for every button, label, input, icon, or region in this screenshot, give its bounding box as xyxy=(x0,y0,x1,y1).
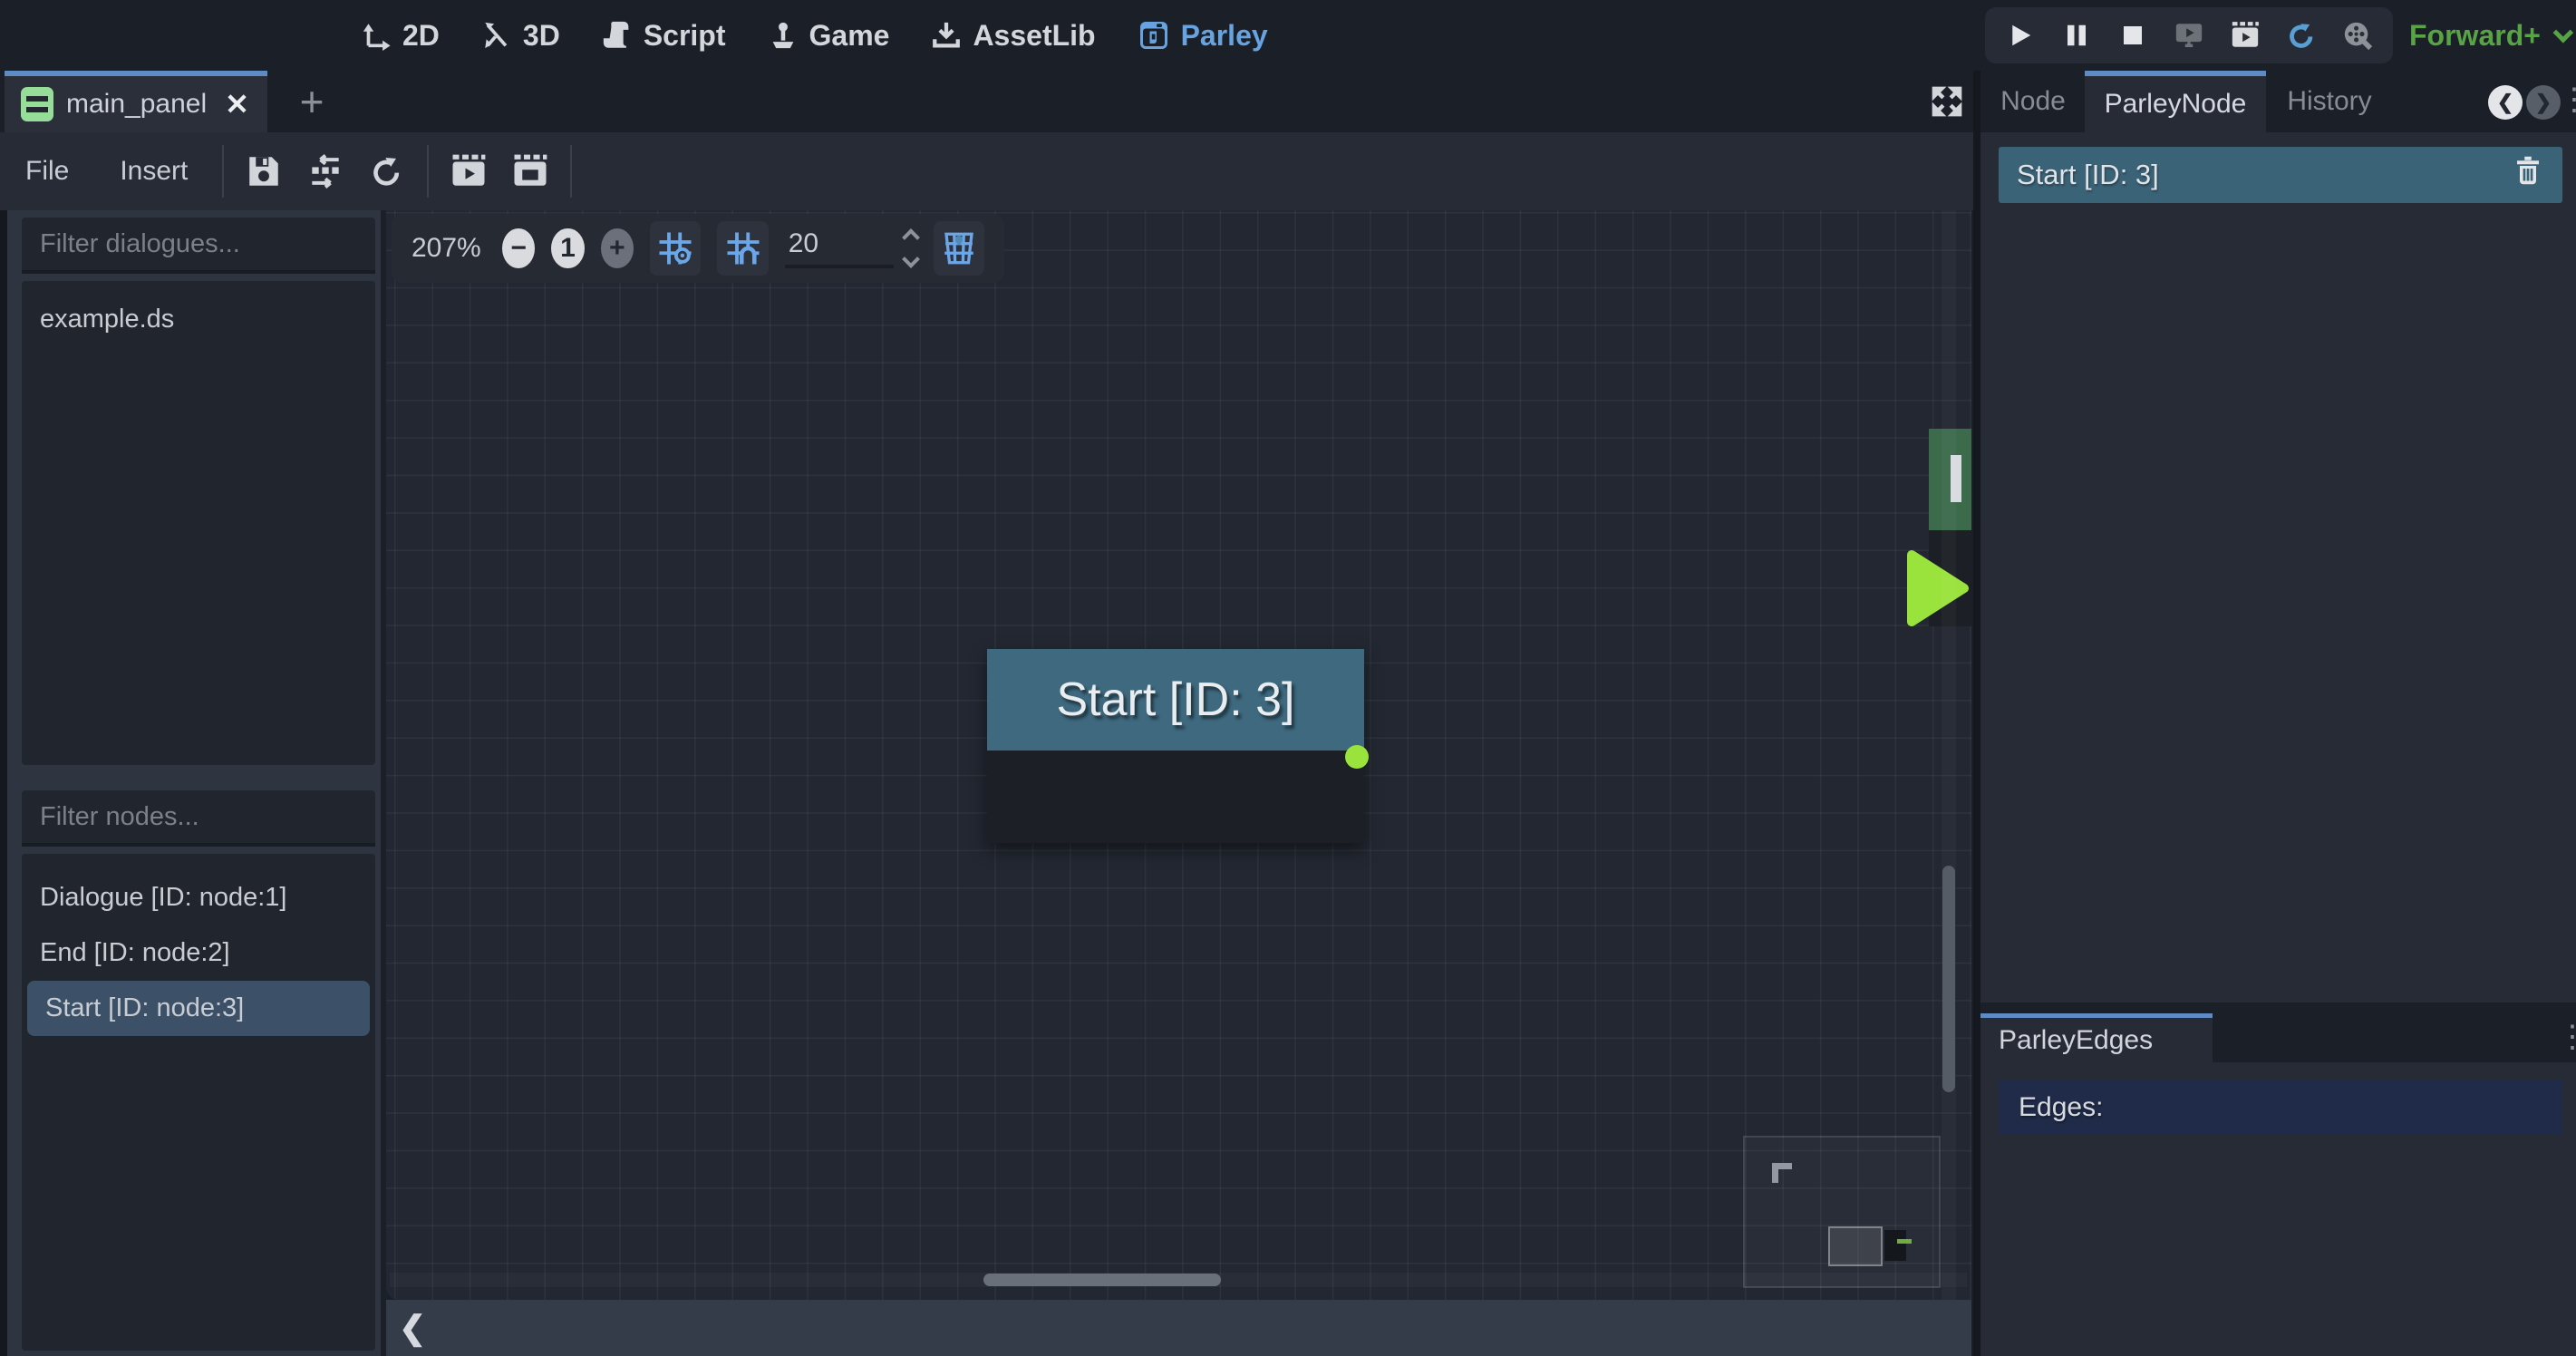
tab-parleyedges[interactable]: ParleyEdges xyxy=(1980,1013,2213,1062)
panel-list-icon xyxy=(21,87,53,121)
playback-controls xyxy=(1985,7,2393,63)
parleynode-panel: Start [ID: 3] xyxy=(1980,132,2576,1002)
collapse-sidebar-button[interactable]: ❮ xyxy=(399,1309,426,1347)
dock-next-button[interactable]: ❯ xyxy=(2526,85,2561,120)
nodes-list: Dialogue [ID: node:1] End [ID: node:2] S… xyxy=(22,854,375,1351)
filter-nodes-input[interactable] xyxy=(38,801,383,833)
parley-tabbar: main_panel ✕ + xyxy=(0,71,1973,132)
fullscreen-icon xyxy=(1929,83,1965,120)
snap-grid-button[interactable] xyxy=(717,221,768,276)
trash-icon[interactable] xyxy=(2512,155,2544,195)
tab-node[interactable]: Node xyxy=(1990,71,2077,132)
add-tab-button[interactable]: + xyxy=(288,78,335,125)
edges-list-header: Edges: xyxy=(1999,1080,2562,1135)
insert-menu[interactable]: Insert xyxy=(94,156,213,187)
tab-main-panel[interactable]: main_panel ✕ xyxy=(5,71,267,132)
tab-script[interactable]: Script xyxy=(602,19,726,53)
expand-panel-button[interactable] xyxy=(1923,80,1971,123)
reset-view-button[interactable] xyxy=(362,146,412,197)
filter-dialogues-input[interactable] xyxy=(38,228,383,260)
toolbar-separator xyxy=(427,145,429,198)
graph-horizontal-scrollbar[interactable] xyxy=(390,1273,1967,1287)
toolbar-separator xyxy=(222,145,224,198)
zoom-reset-button[interactable]: 1 xyxy=(551,228,584,268)
edges-panel: Edges: xyxy=(1980,1062,2576,1356)
inspector-dock: Node ParleyNode History ❮ ❯ ⋮ Start [ID:… xyxy=(1980,71,2576,1356)
parley-toolbar: File Insert xyxy=(0,132,1973,210)
dock-splitter[interactable] xyxy=(1973,71,1980,1356)
scrollbar-thumb[interactable] xyxy=(1942,866,1955,1092)
dialogues-filter-panel xyxy=(22,218,375,274)
scrollbar-thumb[interactable] xyxy=(983,1274,1221,1286)
tab-history[interactable]: History xyxy=(2275,71,2384,132)
profiler-button[interactable] xyxy=(2337,15,2378,56)
move-2d-icon xyxy=(361,20,392,51)
dock-prev-button[interactable]: ❮ xyxy=(2488,85,2523,120)
tab-parleynode[interactable]: ParleyNode xyxy=(2085,71,2266,132)
pause-button[interactable] xyxy=(2056,15,2097,56)
dock-menu-icon[interactable]: ⋮ xyxy=(2559,82,2576,118)
edges-tabbar: ParleyEdges ⋮ xyxy=(1980,1013,2576,1062)
file-menu[interactable]: File xyxy=(0,156,94,187)
download-icon xyxy=(931,20,962,51)
nodes-filter-panel xyxy=(22,790,375,847)
snap-distance-input[interactable] xyxy=(785,228,894,268)
minimap-node xyxy=(1884,1230,1906,1261)
godot-editor-window: 2D 3D Script Game AssetLib Parley xyxy=(0,0,2576,1356)
dialogue-file-item[interactable]: example.ds xyxy=(22,292,375,347)
minimap-camera-corner xyxy=(1772,1163,1792,1183)
stop-button[interactable] xyxy=(2112,15,2154,56)
dialogue-sidebar: example.ds Dialogue [ID: node:1] End [ID… xyxy=(0,210,381,1356)
zoom-level: 207% xyxy=(412,233,486,264)
tab-2d[interactable]: 2D xyxy=(361,19,440,53)
joystick-icon xyxy=(768,20,799,51)
graph-toolbar: 207% − 1 + xyxy=(392,214,1004,283)
inspector-tabbar: Node ParleyNode History ❮ ❯ ⋮ xyxy=(1980,71,2576,132)
arrange-nodes-button[interactable] xyxy=(300,146,351,197)
remote-debug-button[interactable] xyxy=(2168,15,2210,56)
bottom-bar: ❮ xyxy=(386,1300,1971,1356)
tab-game[interactable]: Game xyxy=(768,19,890,53)
node-list-item[interactable]: Dialogue [ID: node:1] xyxy=(22,870,375,925)
close-icon[interactable]: ✕ xyxy=(225,87,249,121)
movie-maker-button[interactable] xyxy=(2224,15,2266,56)
graph-node-start[interactable]: Start [ID: 3] xyxy=(987,649,1364,843)
toggle-grid-button[interactable] xyxy=(650,221,701,276)
dialogues-list: example.ds xyxy=(22,281,375,765)
toolbar-separator xyxy=(570,145,572,198)
node-list-item[interactable]: End [ID: node:2] xyxy=(22,925,375,981)
selected-node-bar[interactable]: Start [ID: 3] xyxy=(1999,147,2562,203)
node-list-item-selected[interactable]: Start [ID: node:3] xyxy=(27,981,370,1036)
chevron-down-icon xyxy=(2552,23,2573,44)
minimap-viewport[interactable] xyxy=(1828,1226,1883,1266)
tab-3d[interactable]: 3D xyxy=(481,19,560,53)
zoom-in-button[interactable]: + xyxy=(601,228,634,268)
minimap-port-dash xyxy=(1897,1239,1912,1244)
node-body xyxy=(987,751,1364,843)
save-button[interactable] xyxy=(238,146,289,197)
node-output-port[interactable] xyxy=(1345,745,1369,769)
toggle-minimap-button[interactable] xyxy=(934,221,984,276)
tab-parley[interactable]: Parley xyxy=(1138,19,1268,53)
parley-icon xyxy=(1138,19,1170,52)
graph-vertical-scrollbar[interactable] xyxy=(1942,210,1956,1300)
zoom-out-button[interactable]: − xyxy=(502,228,535,268)
connection-arrow-icon xyxy=(1906,547,1970,634)
test-from-node-button[interactable] xyxy=(505,146,556,197)
dialogue-graph-canvas[interactable]: 207% − 1 + Start [ID: 3] xyxy=(386,210,1971,1300)
script-icon xyxy=(602,20,633,51)
node-header[interactable]: Start [ID: 3] xyxy=(987,649,1364,751)
rotate-3d-icon xyxy=(481,20,512,51)
renderer-select[interactable]: Forward+ xyxy=(2409,0,2568,71)
play-button[interactable] xyxy=(2000,15,2041,56)
test-dialogue-button[interactable] xyxy=(443,146,494,197)
reload-button[interactable] xyxy=(2281,15,2322,56)
graph-minimap[interactable] xyxy=(1743,1136,1941,1288)
edges-menu-icon[interactable]: ⋮ xyxy=(2557,1019,2576,1055)
snap-spinner[interactable] xyxy=(905,231,917,266)
editor-topbar: 2D 3D Script Game AssetLib Parley xyxy=(0,0,2576,71)
context-switcher: 2D 3D Script Game AssetLib Parley xyxy=(361,0,1268,71)
tab-assetlib[interactable]: AssetLib xyxy=(931,19,1095,53)
